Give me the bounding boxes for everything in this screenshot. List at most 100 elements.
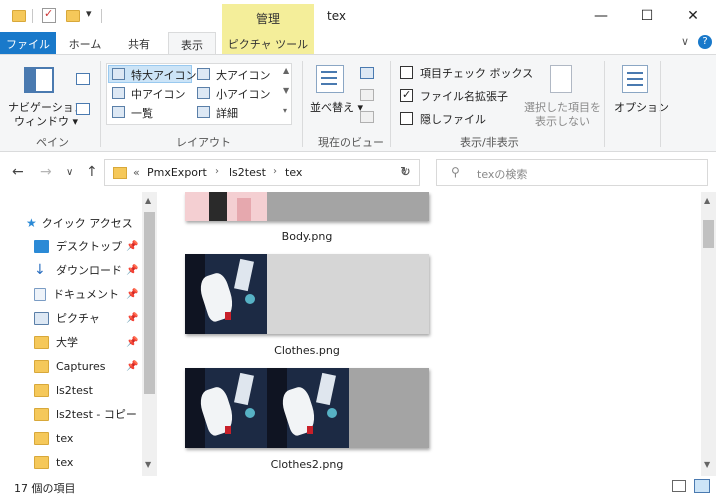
nav-item-downloads[interactable]: ↓ ダウンロード <box>34 259 122 281</box>
navigation-pane-icon[interactable] <box>24 67 54 93</box>
scroll-up-icon[interactable]: ▲ <box>145 196 151 205</box>
nav-scrollbar[interactable]: ▲ ▼ <box>142 192 157 476</box>
chevron-right-icon[interactable]: › <box>273 166 277 177</box>
layout-large[interactable]: 大アイコン <box>216 67 270 83</box>
tab-view[interactable]: 表示 <box>168 32 216 54</box>
hidden-items-label[interactable]: 隠しファイル <box>420 111 486 127</box>
search-input[interactable]: ⚲ texの検索 <box>436 159 708 186</box>
group-separator <box>660 61 661 147</box>
pin-icon[interactable]: 📌 <box>126 241 138 252</box>
thumbnail-body[interactable] <box>185 192 429 221</box>
maximize-button[interactable]: ☐ <box>624 0 670 32</box>
pin-icon[interactable]: 📌 <box>126 337 138 348</box>
tab-file[interactable]: ファイル <box>0 32 56 54</box>
hidden-items-toggle[interactable] <box>400 112 413 125</box>
scroll-down-icon[interactable]: ▼ <box>283 86 289 95</box>
nav-item-desktop[interactable]: デスクトップ <box>34 235 122 257</box>
navigation-pane: ★ クイック アクセス デスクトップ 📌 ↓ ダウンロード 📌 ドキュメント 📌… <box>0 192 157 476</box>
new-folder-icon[interactable] <box>66 10 80 22</box>
group-label-pane: ペイン <box>36 136 69 149</box>
texture-art <box>267 368 349 448</box>
overflow-icon[interactable]: « <box>133 166 140 179</box>
nav-item-documents[interactable]: ドキュメント <box>34 283 119 305</box>
item-checkbox-label[interactable]: 項目チェック ボックス <box>420 65 533 81</box>
file-extension-toggle[interactable] <box>400 88 413 102</box>
layout-gallery: 特大アイコン 大アイコン 中アイコン 小アイコン 一覧 詳細 ▲ ▼ ▾ <box>106 63 292 125</box>
pin-icon[interactable]: 📌 <box>126 313 138 324</box>
pin-icon[interactable]: 📌 <box>126 265 138 276</box>
thumbnail-clothes2[interactable] <box>185 368 429 448</box>
group-separator <box>100 61 101 147</box>
nav-quick-access[interactable]: ★ クイック アクセス <box>26 212 133 234</box>
folder-icon <box>113 167 127 179</box>
large-icons-view-icon[interactable] <box>694 479 710 493</box>
content-scrollbar-thumb[interactable] <box>703 220 714 248</box>
folder-icon <box>34 431 49 445</box>
layout-list[interactable]: 一覧 <box>131 105 153 121</box>
up-arrow-icon[interactable]: ↑ <box>86 164 98 180</box>
breadcrumb-tex[interactable]: tex <box>285 166 302 179</box>
minimize-button[interactable]: — <box>578 0 624 32</box>
pin-icon[interactable]: 📌 <box>126 361 138 372</box>
layout-medium[interactable]: 中アイコン <box>131 86 185 102</box>
scroll-down-icon[interactable]: ▼ <box>704 460 710 469</box>
item-checkbox-toggle[interactable] <box>400 66 413 79</box>
folder-icon <box>34 359 49 373</box>
ribbon-expand-icon[interactable]: ∨ <box>681 35 689 48</box>
tab-share[interactable]: 共有 <box>114 32 164 54</box>
breadcrumb-pmxexport[interactable]: PmxExport <box>147 166 207 179</box>
scroll-up-icon[interactable]: ▲ <box>283 66 289 75</box>
nav-item-tex-2[interactable]: tex <box>34 451 73 473</box>
group-by-icon[interactable] <box>360 67 374 79</box>
layout-details[interactable]: 詳細 <box>216 105 238 121</box>
thumbnail-clothes[interactable] <box>185 254 429 334</box>
title-bar: ✓ ▾ 管理 tex — ☐ ✕ <box>0 0 716 32</box>
file-list-view: Body.png Clothes.png Clothes2.png ▲ ▼ <box>157 192 716 476</box>
help-icon[interactable]: ? <box>698 35 712 49</box>
scroll-down-icon[interactable]: ▼ <box>145 460 151 469</box>
folder-icon <box>34 383 49 397</box>
pin-icon[interactable]: 📌 <box>126 289 138 300</box>
nav-item-captures[interactable]: Captures <box>34 355 105 377</box>
address-box[interactable]: « PmxExport › ls2test › tex ∨ <box>104 159 420 186</box>
tab-home[interactable]: ホーム <box>58 32 112 54</box>
folder-icon <box>34 455 49 469</box>
nav-scrollbar-thumb[interactable] <box>144 212 155 394</box>
preview-pane-icon[interactable] <box>76 73 90 85</box>
scroll-up-icon[interactable]: ▲ <box>704 196 710 205</box>
file-name-clothes2[interactable]: Clothes2.png <box>185 458 429 471</box>
tab-picture-tools[interactable]: ピクチャ ツール <box>222 32 314 54</box>
content-scrollbar[interactable]: ▲ ▼ <box>701 192 716 476</box>
nav-item-tex[interactable]: tex <box>34 427 73 449</box>
file-name-body[interactable]: Body.png <box>185 230 429 243</box>
hide-selected-icon <box>550 65 572 93</box>
details-pane-icon[interactable] <box>76 103 90 115</box>
sort-by-icon[interactable] <box>316 65 344 93</box>
list-icon <box>112 106 125 118</box>
sort-by-label[interactable]: 並べ替え ▾ <box>310 99 363 115</box>
chevron-right-icon[interactable]: › <box>215 166 219 177</box>
details-view-icon[interactable] <box>672 480 686 492</box>
layout-extra-large[interactable]: 特大アイコン <box>131 67 196 83</box>
add-columns-icon <box>360 89 374 101</box>
back-arrow-icon[interactable]: ← <box>12 164 24 180</box>
refresh-icon[interactable]: ↻ <box>400 165 411 180</box>
size-columns-icon[interactable] <box>360 111 374 123</box>
quick-access-dropdown-icon[interactable]: ▾ <box>86 7 92 20</box>
nav-item-pictures[interactable]: ピクチャ <box>34 307 100 329</box>
nav-item-university[interactable]: 大学 <box>34 331 78 353</box>
file-name-clothes[interactable]: Clothes.png <box>185 344 429 357</box>
file-extension-label[interactable]: ファイル名拡張子 <box>420 88 508 104</box>
navigation-pane-label-2[interactable]: ウィンドウ ▾ <box>14 113 78 129</box>
nav-item-ls2test-copy[interactable]: ls2test - コピー <box>34 403 137 425</box>
options-icon[interactable] <box>622 65 648 93</box>
group-separator <box>604 61 605 147</box>
layout-small[interactable]: 小アイコン <box>216 86 270 102</box>
recent-locations-icon[interactable]: ∨ <box>66 167 73 178</box>
breadcrumb-ls2test[interactable]: ls2test <box>229 166 266 179</box>
close-button[interactable]: ✕ <box>670 0 716 32</box>
nav-item-ls2test[interactable]: ls2test <box>34 379 93 401</box>
gallery-expand-icon[interactable]: ▾ <box>283 106 287 115</box>
properties-icon[interactable]: ✓ <box>42 7 56 23</box>
forward-arrow-icon[interactable]: → <box>40 164 52 180</box>
